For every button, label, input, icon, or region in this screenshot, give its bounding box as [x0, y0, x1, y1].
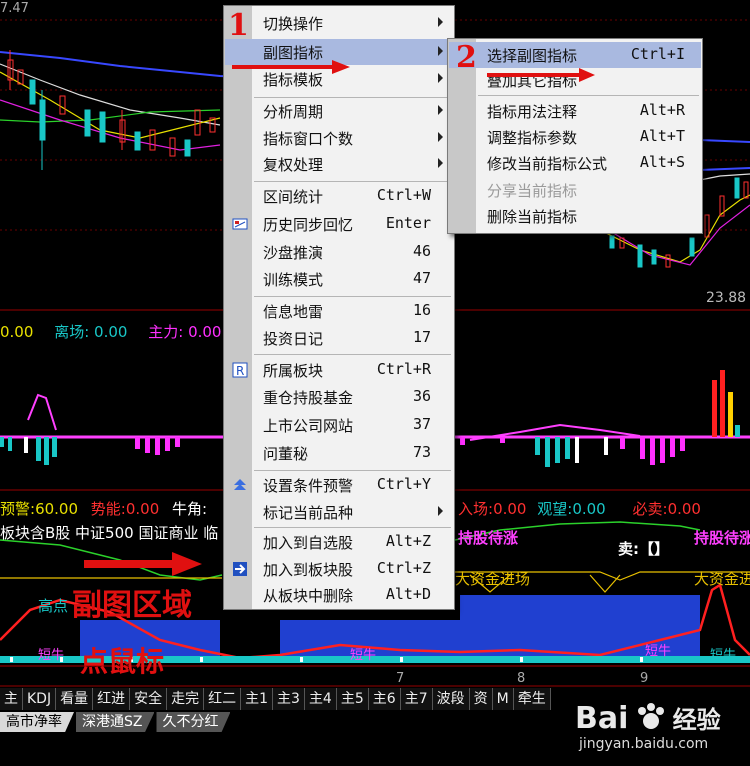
indicator-values-row: 0.00 离场: 0.00 主力: 0.00 安: [0, 323, 255, 341]
submenu-arrow-icon: [438, 132, 443, 142]
short-bull-label-3: 短牛: [645, 644, 672, 659]
svg-text:9: 9: [640, 671, 648, 686]
indicator-tab[interactable]: 主3: [273, 688, 305, 710]
menu-item-sandbox[interactable]: 沙盘推演 46: [225, 239, 453, 265]
indicator-tab[interactable]: 红进: [93, 688, 131, 710]
right-price: 23.88: [706, 290, 746, 306]
menu-item-analysis-period[interactable]: 分析周期: [225, 98, 453, 124]
annotation-arrow-right: [84, 552, 202, 576]
low-point-label: 高点: [38, 597, 69, 615]
indicator-tab[interactable]: 安全: [130, 688, 168, 710]
submenu-arrow-icon: [438, 46, 443, 56]
short-bull-label-2: 短牛: [350, 648, 377, 663]
annotation-underline-arrow: [232, 60, 350, 74]
indicator-tab[interactable]: 看量: [56, 688, 94, 710]
submenu-item-select-indicator[interactable]: 选择副图指标 Ctrl+I: [449, 42, 701, 68]
indicator-tab[interactable]: 牵生: [513, 688, 551, 710]
menu-item-ask-secretary[interactable]: 问董秘 73: [225, 440, 453, 466]
candles-left: [7, 50, 216, 170]
menu-item-belong-sector[interactable]: R 所属板块 Ctrl+R: [225, 357, 453, 383]
sector-tab[interactable]: 高市净率: [0, 712, 74, 732]
menu-item-rights-adjust[interactable]: 复权处理: [225, 151, 453, 177]
alert-icon: [234, 479, 246, 490]
annotation-badge-1: 1: [228, 8, 249, 43]
signal-values-row: 预警:60.00 势能:0.00 牛角:: [0, 500, 208, 518]
submenu-item-share-indicator: 分享当前指标: [487, 182, 578, 200]
indicator-tab[interactable]: 主5: [336, 688, 369, 710]
svg-text:7: 7: [396, 671, 404, 686]
menu-item-remove-sector[interactable]: 从板块中删除 Alt+D: [225, 582, 453, 608]
indicator-tab[interactable]: 资: [469, 688, 493, 710]
menu-item-history-sync[interactable]: 历史同步回忆 Enter: [225, 211, 453, 237]
submenu-arrow-icon: [438, 73, 443, 83]
sell-bracket: 卖:【】: [618, 540, 669, 558]
watermark-brand: Bai: [575, 701, 629, 736]
ma-line-green: [0, 109, 221, 123]
menu-item-company-website[interactable]: 上市公司网站 37: [225, 412, 453, 438]
menu-item-switch-operation[interactable]: 切换操作: [225, 10, 453, 36]
annotation-badge-2: 2: [456, 40, 477, 75]
capital-inflow-text: 大资金进场: [455, 570, 531, 588]
indicator-tab-bar: 主 KDJ 看量 红进 安全 走完 红二 主1 主3 主4 主5 主6 主7 波段资 M 牵生: [0, 688, 551, 710]
sector-tab[interactable]: 深港通SZ: [76, 712, 155, 732]
submenu-item-usage-notes[interactable]: 指标用法注释 Alt+R: [449, 98, 701, 124]
history-icon: [232, 218, 248, 230]
indicator-tab[interactable]: 主7: [400, 688, 433, 710]
menu-item-investment-diary[interactable]: 投资日记 17: [225, 325, 453, 351]
capital-inflow-text-2: 大资金进: [694, 570, 750, 588]
submenu-item-edit-formula[interactable]: 修改当前指标公式 Alt+S: [449, 150, 701, 176]
svg-text:R: R: [236, 364, 244, 378]
indicator-tab[interactable]: 走完: [167, 688, 205, 710]
indicator-tab[interactable]: KDJ: [23, 688, 57, 710]
annotation-submenu-arrow: [487, 68, 595, 82]
baidu-watermark: Bai 经验 jingyan.baidu.com: [575, 700, 721, 752]
sector-info-text: 板块含B股 中证500 国证商业 临: [0, 524, 219, 542]
hold-signal-text-2: 持股待涨: [694, 529, 750, 547]
menu-item-range-stats[interactable]: 区间统计 Ctrl+W: [225, 183, 453, 209]
signal-values-right: 入场:0.00 观望:0.00 必卖:0.00: [458, 500, 701, 518]
menu-item-heavy-fund[interactable]: 重仓持股基金 36: [225, 384, 453, 410]
indicator-tab[interactable]: 主: [0, 688, 23, 710]
svg-text:8: 8: [517, 671, 525, 686]
top-left-price: 7.47: [0, 1, 29, 16]
paw-icon: [637, 703, 664, 729]
submenu-arrow-icon: [438, 158, 443, 168]
context-menu: 切换操作 副图指标 指标模板 分析周期 指标窗口个数 复权处理 区间统计 Ctrl…: [223, 5, 455, 610]
submenu-arrow-icon: [438, 17, 443, 27]
menu-item-mark-product[interactable]: 标记当前品种: [225, 499, 453, 525]
sector-tab-bar: 高市净率 深港通SZ 久不分红: [0, 712, 232, 734]
menu-item-add-watchlist[interactable]: 加入到自选股 Alt+Z: [225, 529, 453, 555]
indicator-tab[interactable]: 波段: [432, 688, 470, 710]
indicator-tab[interactable]: M: [492, 688, 514, 710]
short-bull-label: 短牛: [38, 648, 65, 663]
annotation-click-mouse: 点鼠标: [80, 645, 165, 678]
indicator-tab[interactable]: 红二: [204, 688, 242, 710]
sector-r-icon: R: [232, 362, 248, 378]
submenu-arrow-icon: [438, 506, 443, 516]
submenu-arrow-icon: [438, 105, 443, 115]
submenu-item-delete-indicator[interactable]: 删除当前指标: [449, 203, 701, 229]
sector-tab[interactable]: 久不分红: [156, 712, 231, 732]
menu-item-window-count[interactable]: 指标窗口个数: [225, 125, 453, 151]
submenu-item-adjust-params[interactable]: 调整指标参数 Alt+T: [449, 124, 701, 150]
indicator-tab[interactable]: 主6: [368, 688, 401, 710]
short-bull-label-4: 短牛: [710, 648, 737, 663]
indicator-tab[interactable]: 主4: [304, 688, 337, 710]
watermark-brand-cn: 经验: [672, 706, 721, 734]
hold-signal-text: 持股待涨: [458, 529, 519, 547]
menu-item-info-mine[interactable]: 信息地雷 16: [225, 298, 453, 324]
add-to-sector-icon: [233, 562, 247, 576]
menu-item-condition-alert[interactable]: 设置条件预警 Ctrl+Y: [225, 472, 453, 498]
menu-item-training-mode[interactable]: 训练模式 47: [225, 266, 453, 292]
annotation-subchart-area: 副图区域: [72, 588, 192, 623]
menu-item-add-sector[interactable]: 加入到板块股 Ctrl+Z: [225, 556, 453, 582]
indicator-tab[interactable]: 主1: [241, 688, 274, 710]
watermark-url: jingyan.baidu.com: [579, 736, 709, 752]
